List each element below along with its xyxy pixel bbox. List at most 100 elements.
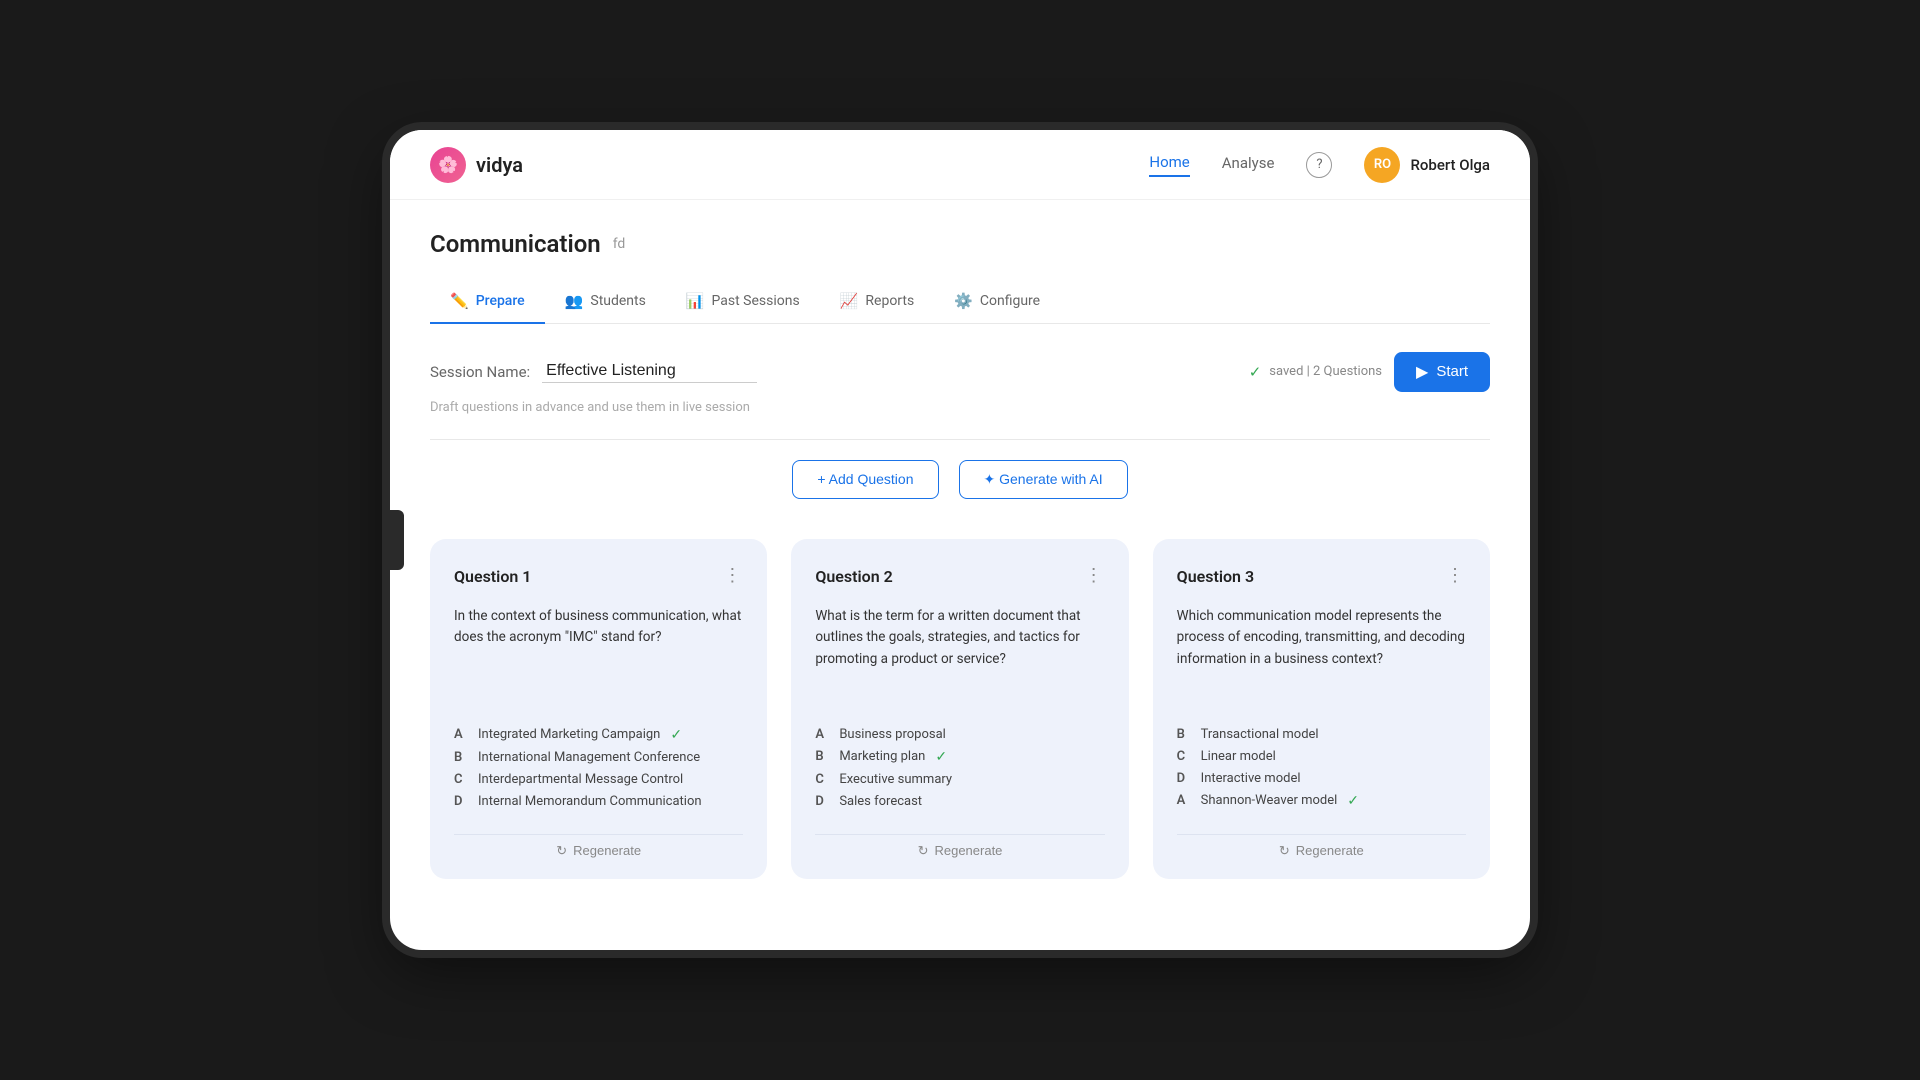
nav-area: Home Analyse ? RO Robert Olga xyxy=(1149,147,1490,183)
card-3-header: Question 3 ⋮ xyxy=(1177,567,1466,586)
regenerate-icon-1: ↻ xyxy=(556,843,567,859)
logo: 🌸 vidya xyxy=(430,147,523,183)
nav-analyse[interactable]: Analyse xyxy=(1222,154,1275,176)
main-content: Communication fd ✏️ Prepare 👥 Students 📊… xyxy=(390,200,1530,909)
card-3-question: Which communication model represents the… xyxy=(1177,606,1466,707)
card-3-option-a: A Shannon-Weaver model ✓ xyxy=(1177,793,1466,809)
tab-configure[interactable]: ⚙️ Configure xyxy=(934,282,1060,324)
card-1-title: Question 1 xyxy=(454,567,531,586)
card-3-option-c: C Linear model xyxy=(1177,749,1466,764)
nav-home[interactable]: Home xyxy=(1149,153,1189,177)
session-status: ✓ saved | 2 Questions xyxy=(1249,363,1382,381)
session-controls: ✓ saved | 2 Questions ▶ Start xyxy=(1249,352,1490,392)
logo-icon: 🌸 xyxy=(430,147,466,183)
configure-icon: ⚙️ xyxy=(954,292,973,310)
tab-prepare-label: Prepare xyxy=(476,293,525,309)
tab-students-label: Students xyxy=(590,293,645,309)
start-icon: ▶ xyxy=(1416,362,1428,382)
card-1-option-a: A Integrated Marketing Campaign ✓ xyxy=(454,727,743,743)
tabs: ✏️ Prepare 👥 Students 📊 Past Sessions 📈 … xyxy=(430,282,1490,324)
card-1-option-d: D Internal Memorandum Communication xyxy=(454,794,743,809)
card-3-options: B Transactional model C Linear model D I… xyxy=(1177,727,1466,816)
start-button[interactable]: ▶ Start xyxy=(1394,352,1490,392)
card-2-option-d-text: Sales forecast xyxy=(839,794,922,809)
card-2-header: Question 2 ⋮ xyxy=(815,567,1104,586)
card-1-option-c-text: Interdepartmental Message Control xyxy=(478,772,683,787)
tab-reports[interactable]: 📈 Reports xyxy=(820,282,934,324)
tab-configure-label: Configure xyxy=(980,293,1040,309)
card-3-title: Question 3 xyxy=(1177,567,1254,586)
session-name-row: Session Name: xyxy=(430,360,757,383)
card-2-question: What is the term for a written document … xyxy=(815,606,1104,707)
draft-hint: Draft questions in advance and use them … xyxy=(430,400,1490,415)
session-status-text: saved | 2 Questions xyxy=(1269,364,1382,379)
tab-prepare[interactable]: ✏️ Prepare xyxy=(430,282,545,324)
card-1-header: Question 1 ⋮ xyxy=(454,567,743,586)
card-1-menu[interactable]: ⋮ xyxy=(723,567,743,585)
card-1-option-c: C Interdepartmental Message Control xyxy=(454,772,743,787)
card-1-regenerate[interactable]: ↻ Regenerate xyxy=(454,834,743,859)
card-2-menu[interactable]: ⋮ xyxy=(1085,567,1105,585)
generate-ai-label: ✦ Generate with AI xyxy=(984,471,1103,488)
session-label: Session Name: xyxy=(430,363,530,381)
card-3-option-b-text: Transactional model xyxy=(1201,727,1319,742)
card-2-option-d: D Sales forecast xyxy=(815,794,1104,809)
prepare-icon: ✏️ xyxy=(450,292,469,310)
card-1-option-b: B International Management Conference xyxy=(454,750,743,765)
card-2-options: A Business proposal B Marketing plan ✓ C… xyxy=(815,727,1104,816)
question-card-2: Question 2 ⋮ What is the term for a writ… xyxy=(791,539,1128,879)
card-3-regenerate[interactable]: ↻ Regenerate xyxy=(1177,834,1466,859)
reports-icon: 📈 xyxy=(840,292,859,310)
correct-icon: ✓ xyxy=(670,727,682,743)
session-bar: Session Name: ✓ saved | 2 Questions ▶ St… xyxy=(430,352,1490,392)
card-3-option-d: D Interactive model xyxy=(1177,771,1466,786)
card-3-regenerate-label: Regenerate xyxy=(1296,843,1364,858)
questions-grid: Question 1 ⋮ In the context of business … xyxy=(430,539,1490,879)
tab-reports-label: Reports xyxy=(865,293,914,309)
card-3-option-a-text: Shannon-Weaver model xyxy=(1201,793,1338,808)
user-name: Robert Olga xyxy=(1410,156,1490,174)
start-label: Start xyxy=(1436,363,1468,380)
question-card-3: Question 3 ⋮ Which communication model r… xyxy=(1153,539,1490,879)
divider xyxy=(430,439,1490,440)
card-2-option-b: B Marketing plan ✓ xyxy=(815,749,1104,765)
students-icon: 👥 xyxy=(565,292,584,310)
header: 🌸 vidya Home Analyse ? RO Robert Olga xyxy=(390,130,1530,200)
card-2-option-a: A Business proposal xyxy=(815,727,1104,742)
add-question-button[interactable]: + Add Question xyxy=(792,460,938,499)
question-card-1: Question 1 ⋮ In the context of business … xyxy=(430,539,767,879)
card-2-title: Question 2 xyxy=(815,567,892,586)
regenerate-icon-3: ↻ xyxy=(1279,843,1290,859)
page-title-row: Communication fd xyxy=(430,230,1490,258)
card-2-regenerate-label: Regenerate xyxy=(934,843,1002,858)
card-3-option-b: B Transactional model xyxy=(1177,727,1466,742)
card-1-option-b-text: International Management Conference xyxy=(478,750,700,765)
card-1-regenerate-label: Regenerate xyxy=(573,843,641,858)
generate-ai-button[interactable]: ✦ Generate with AI xyxy=(959,460,1128,499)
past-sessions-icon: 📊 xyxy=(686,292,705,310)
card-1-options: A Integrated Marketing Campaign ✓ B Inte… xyxy=(454,727,743,816)
tab-past-sessions-label: Past Sessions xyxy=(712,293,800,309)
avatar: RO xyxy=(1364,147,1400,183)
card-2-option-b-text: Marketing plan xyxy=(839,749,925,764)
page-title: Communication xyxy=(430,230,601,258)
action-row: + Add Question ✦ Generate with AI xyxy=(430,460,1490,499)
card-3-option-d-text: Interactive model xyxy=(1201,771,1301,786)
tab-past-sessions[interactable]: 📊 Past Sessions xyxy=(666,282,820,324)
regenerate-icon-2: ↻ xyxy=(918,843,929,859)
user-profile[interactable]: RO Robert Olga xyxy=(1364,147,1490,183)
card-3-option-c-text: Linear model xyxy=(1201,749,1276,764)
help-icon[interactable]: ? xyxy=(1306,152,1332,178)
saved-icon: ✓ xyxy=(1249,363,1262,381)
card-3-menu[interactable]: ⋮ xyxy=(1446,567,1466,585)
card-2-regenerate[interactable]: ↻ Regenerate xyxy=(815,834,1104,859)
card-2-option-c-text: Executive summary xyxy=(839,772,952,787)
correct-icon-3: ✓ xyxy=(1347,793,1359,809)
device-notch xyxy=(390,510,404,570)
tab-students[interactable]: 👥 Students xyxy=(545,282,666,324)
card-2-option-a-text: Business proposal xyxy=(839,727,946,742)
card-1-option-d-text: Internal Memorandum Communication xyxy=(478,794,702,809)
session-name-input[interactable] xyxy=(542,360,757,383)
correct-icon-2: ✓ xyxy=(935,749,947,765)
add-question-label: + Add Question xyxy=(817,471,913,487)
